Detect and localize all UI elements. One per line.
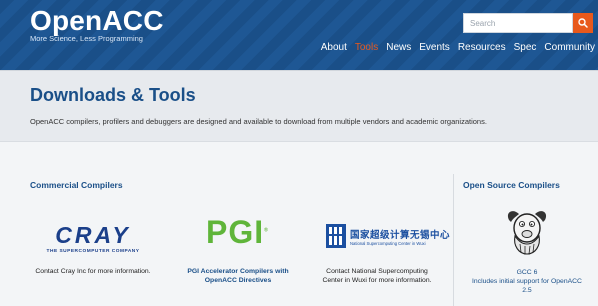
wuxi-info-line2: Center in Wuxi for more information. bbox=[322, 277, 432, 284]
nav-about[interactable]: About bbox=[321, 40, 347, 56]
wuxi-emblem-icon bbox=[326, 224, 346, 248]
nav-spec[interactable]: Spec bbox=[514, 40, 537, 56]
nav-tools[interactable]: Tools bbox=[355, 40, 378, 56]
wuxi-logo-cn: 国家超级计算无锡中心 bbox=[350, 229, 451, 241]
nav-events[interactable]: Events bbox=[419, 40, 450, 56]
nav-resources[interactable]: Resources bbox=[458, 40, 506, 56]
cray-logo[interactable]: CRAY THE SUPERCOMPUTER COMPANY bbox=[38, 222, 148, 254]
gcc-info-line1[interactable]: Includes initial support for OpenACC bbox=[459, 277, 595, 286]
page-description: OpenACC compilers, profilers and debugge… bbox=[30, 117, 487, 126]
nav-news[interactable]: News bbox=[386, 40, 411, 56]
pgi-link-line2[interactable]: OpenACC Directives bbox=[175, 276, 301, 285]
cray-card: Contact Cray Inc for more information. bbox=[25, 267, 161, 276]
column-divider bbox=[453, 174, 454, 306]
pgi-card: PGI Accelerator Compilers with OpenACC D… bbox=[175, 267, 301, 285]
search-input[interactable] bbox=[463, 13, 573, 33]
gnu-logo-icon bbox=[507, 211, 547, 255]
search-button[interactable] bbox=[573, 13, 593, 33]
main-nav: About Tools News Events Resources Spec C… bbox=[321, 40, 595, 56]
pgi-logo[interactable]: PGI® bbox=[206, 214, 269, 251]
site-header: OpenACC More Science, Less Programming A… bbox=[0, 0, 598, 70]
gcc-title-link[interactable]: GCC 6 bbox=[459, 268, 595, 277]
gcc-card: GCC 6 Includes initial support for OpenA… bbox=[459, 268, 595, 295]
content-area: Commercial Compilers Open Source Compile… bbox=[0, 142, 598, 306]
page: OpenACC More Science, Less Programming A… bbox=[0, 0, 598, 306]
gcc-info-line2[interactable]: 2.5 bbox=[459, 286, 595, 295]
pgi-logo-mark: ® bbox=[264, 227, 269, 234]
search-icon bbox=[578, 18, 588, 28]
commercial-compilers-heading: Commercial Compilers bbox=[30, 180, 123, 190]
open-source-compilers-heading: Open Source Compilers bbox=[463, 180, 560, 190]
wuxi-card: Contact National Supercomputing Center i… bbox=[306, 267, 448, 285]
gnu-logo[interactable] bbox=[503, 206, 551, 261]
cray-logo-subtitle: THE SUPERCOMPUTER COMPANY bbox=[46, 249, 140, 254]
search-box bbox=[463, 13, 593, 33]
site-logo[interactable]: OpenACC More Science, Less Programming bbox=[30, 5, 164, 44]
cray-logo-word: CRAY bbox=[55, 222, 131, 248]
wuxi-info-line1: Contact National Supercomputing bbox=[326, 268, 428, 275]
nav-community[interactable]: Community bbox=[544, 40, 595, 56]
page-title: Downloads & Tools bbox=[30, 85, 196, 105]
wuxi-logo-en: National Supercomputing Center in Wuxi bbox=[350, 240, 426, 246]
logo-title: OpenACC bbox=[30, 5, 164, 36]
wuxi-logo-text: 国家超级计算无锡中心 National Supercomputing Cente… bbox=[350, 227, 450, 246]
title-band: Downloads & Tools OpenACC compilers, pro… bbox=[0, 70, 598, 142]
pgi-logo-word: PGI bbox=[206, 214, 265, 250]
wuxi-logo[interactable]: 国家超级计算无锡中心 National Supercomputing Cente… bbox=[326, 224, 450, 248]
pgi-link-line1[interactable]: PGI Accelerator Compilers with bbox=[175, 267, 301, 276]
cray-info-text: Contact Cray Inc for more information. bbox=[35, 268, 151, 275]
